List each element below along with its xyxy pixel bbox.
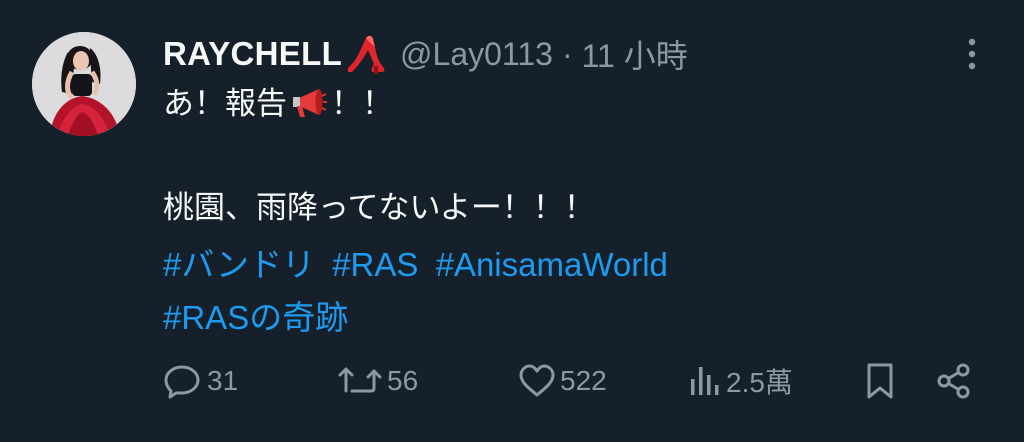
hashtag-link[interactable]: #RAS	[332, 246, 418, 283]
more-options-button[interactable]	[956, 34, 988, 74]
user-handle[interactable]: @Lay0113	[400, 36, 553, 73]
hashtag-link[interactable]: #バンドリ	[163, 246, 315, 283]
retweet-icon	[338, 367, 382, 393]
tweet[interactable]: RAYCHELL @Lay0113 · 11 小時 あ！報告 ！！ 桃園、雨降っ…	[0, 0, 1024, 442]
hashtag-link[interactable]: #RASの奇跡	[163, 299, 348, 336]
avatar[interactable]	[32, 32, 136, 136]
heart-icon	[519, 364, 555, 397]
like-button[interactable]: 522	[518, 358, 607, 404]
hashtag-link[interactable]: #AnisamaWorld	[436, 246, 668, 283]
reply-icon	[164, 365, 200, 399]
display-name[interactable]: RAYCHELL	[163, 35, 342, 73]
tweet-text-line-1: あ！報告 ！！	[163, 84, 393, 124]
tweet-text-line-2: 桃園、雨降ってないよー！！！	[163, 190, 595, 226]
avatar-image	[32, 32, 136, 136]
separator-dot: ·	[561, 35, 573, 72]
more-vertical-icon	[968, 38, 976, 70]
retweet-button[interactable]: 56	[337, 358, 418, 404]
bookmark-button[interactable]	[864, 358, 896, 404]
hashtags: #バンドリ #RAS #AnisamaWorld #RASの奇跡	[163, 238, 863, 344]
view-count: 2.5萬	[726, 367, 793, 398]
high-heel-icon	[344, 32, 388, 76]
share-icon	[937, 363, 970, 399]
tweet-header: RAYCHELL @Lay0113 · 11 小時	[163, 30, 688, 78]
tweet-text-after-emoji: ！！	[331, 86, 393, 122]
timestamp[interactable]: 11 小時	[582, 31, 688, 77]
reply-count: 31	[207, 365, 239, 396]
share-button[interactable]	[936, 358, 972, 404]
tweet-text-before-emoji: あ！報告	[163, 86, 287, 122]
views-button[interactable]: 2.5萬	[688, 358, 793, 404]
bookmark-icon	[867, 363, 893, 399]
action-bar: 31 56 522 2.5萬	[0, 358, 1024, 404]
analytics-icon	[691, 367, 719, 395]
reply-button[interactable]: 31	[163, 358, 238, 404]
retweet-count: 56	[387, 365, 419, 396]
like-count: 522	[560, 365, 607, 396]
megaphone-icon	[289, 86, 327, 120]
